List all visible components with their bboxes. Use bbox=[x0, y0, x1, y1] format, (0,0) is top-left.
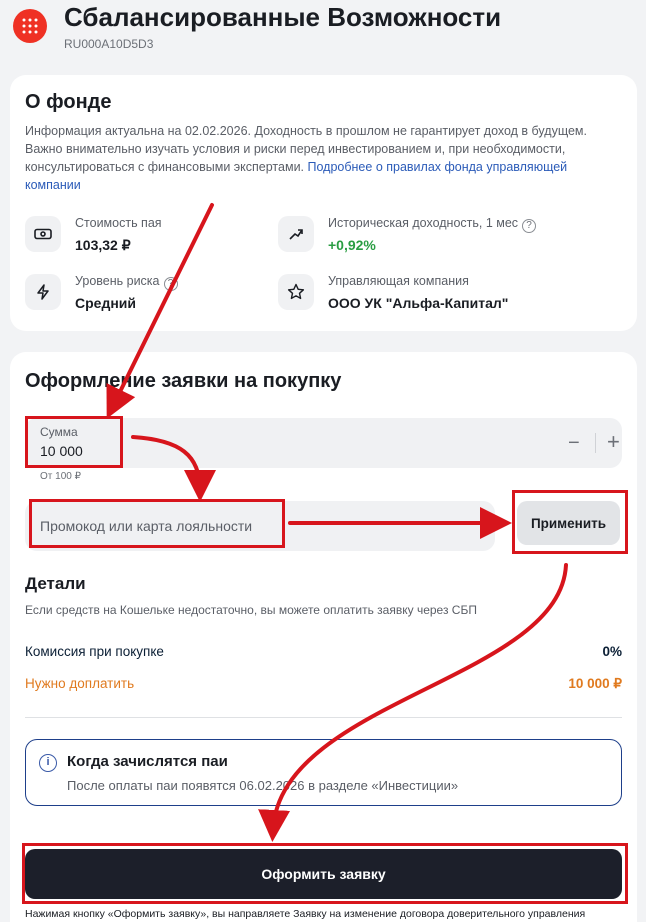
info-banner: i Когда зачислятся паи После оплаты паи … bbox=[25, 739, 622, 806]
stat-label: Управляющая компания bbox=[328, 274, 469, 288]
highlight-amount bbox=[25, 416, 123, 468]
page-title: Сбалансированные Возможности bbox=[64, 2, 502, 32]
highlight-promo bbox=[29, 499, 285, 548]
banknote-icon bbox=[25, 216, 61, 252]
star-icon bbox=[278, 274, 314, 310]
info-text: После оплаты паи появятся 06.02.2026 в р… bbox=[67, 778, 459, 793]
stat-value: +0,92% bbox=[328, 237, 376, 253]
dots-grid-icon bbox=[22, 18, 38, 34]
about-fund-card: О фонде Информация актуальна на 02.02.20… bbox=[10, 75, 637, 331]
details-note: Если средств на Кошельке недостаточно, в… bbox=[25, 603, 477, 617]
info-title: Когда зачислятся паи bbox=[67, 753, 228, 770]
commission-row: Комиссия при покупке 0% bbox=[25, 644, 622, 659]
stat-historical-yield: Историческая доходность, 1 мес? +0,92% bbox=[278, 216, 538, 256]
help-icon[interactable]: ? bbox=[163, 277, 178, 291]
amount-min-hint: От 100 ₽ bbox=[40, 471, 81, 482]
stat-label: Историческая доходность, 1 мес? bbox=[328, 216, 537, 233]
highlight-apply bbox=[512, 490, 628, 554]
topup-row: Нужно доплатить 10 000 ₽ bbox=[25, 676, 622, 691]
commission-label: Комиссия при покупке bbox=[25, 644, 164, 659]
stat-unit-price: Стоимость пая 103,32 ₽ bbox=[25, 216, 285, 256]
stat-risk-level: Уровень риска? Средний bbox=[25, 274, 285, 314]
fund-isin: RU000A10D5D3 bbox=[64, 37, 154, 51]
submit-footnote: Нажимая кнопку «Оформить заявку», вы нап… bbox=[25, 908, 586, 920]
commission-value: 0% bbox=[602, 644, 622, 659]
topup-value: 10 000 ₽ bbox=[568, 676, 622, 691]
help-icon[interactable]: ? bbox=[522, 219, 537, 233]
info-icon: i bbox=[39, 754, 57, 772]
stat-label: Уровень риска? bbox=[75, 274, 178, 291]
lightning-icon bbox=[25, 274, 61, 310]
increment-button[interactable]: + bbox=[607, 429, 620, 455]
stepper-divider bbox=[595, 433, 596, 453]
decrement-button[interactable]: − bbox=[568, 432, 580, 455]
stat-value: 103,32 ₽ bbox=[75, 237, 131, 253]
stat-value: Средний bbox=[75, 295, 137, 311]
details-heading: Детали bbox=[25, 574, 86, 593]
about-heading: О фонде bbox=[25, 91, 112, 113]
stat-value: ООО УК "Альфа-Капитал" bbox=[328, 295, 509, 311]
stat-label: Стоимость пая bbox=[75, 216, 162, 230]
fund-logo bbox=[13, 9, 47, 43]
chart-up-icon bbox=[278, 216, 314, 252]
highlight-submit bbox=[22, 843, 628, 904]
topup-label: Нужно доплатить bbox=[25, 676, 135, 691]
stat-management-company: Управляющая компания ООО УК "Альфа-Капит… bbox=[278, 274, 538, 314]
page-header: Сбалансированные Возможности RU000A10D5D… bbox=[0, 0, 646, 70]
details-divider bbox=[25, 717, 622, 718]
disclaimer-text: Информация актуальна на 02.02.2026. Дохо… bbox=[25, 122, 605, 194]
order-heading: Оформление заявки на покупку bbox=[25, 370, 342, 392]
